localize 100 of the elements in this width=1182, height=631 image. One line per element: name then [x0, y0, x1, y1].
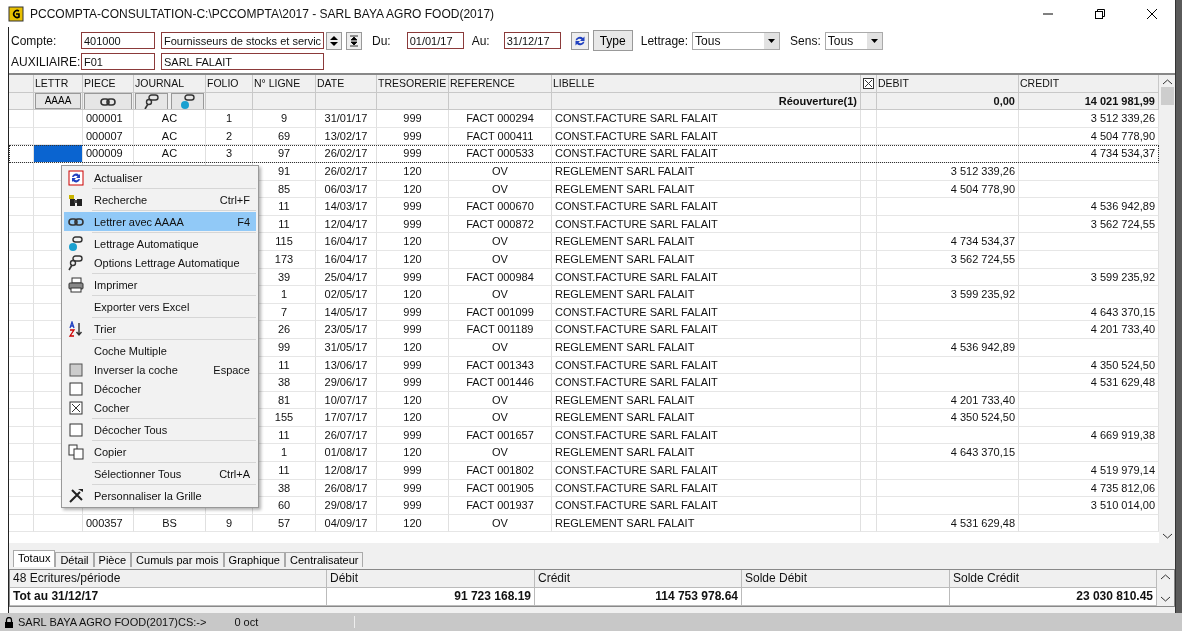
menu-item[interactable]: Coche Multiple: [64, 341, 256, 360]
reference-cell: FACT 001343: [449, 356, 552, 375]
balance-credit: 23 030 810.45: [950, 588, 1157, 606]
treasury-cell: 999: [377, 356, 449, 375]
reference-cell: FACT 000670: [449, 198, 552, 216]
label-cell: REGLEMENT SARL FALAIT: [552, 444, 861, 463]
reference-cell: FACT 001446: [449, 374, 552, 392]
menu-item[interactable]: Exporter vers Excel: [64, 297, 256, 316]
treasury-cell: 999: [377, 321, 449, 339]
tab[interactable]: Pièce: [93, 552, 132, 567]
reference-cell: OV: [449, 233, 552, 251]
checkbox-icon: [68, 421, 84, 438]
reference-cell: FACT 000533: [449, 145, 552, 163]
restore-icon[interactable]: [1095, 8, 1105, 19]
folio-cell: 2: [206, 127, 253, 146]
auxiliaire-field[interactable]: F01: [81, 53, 155, 70]
menu-item[interactable]: Décocher: [64, 379, 256, 398]
reference-cell: FACT 001189: [449, 321, 552, 339]
jump-button[interactable]: [346, 31, 362, 50]
scrollbar-thumb[interactable]: [1160, 87, 1174, 105]
column-header: CREDIT: [1019, 75, 1159, 93]
menu-item[interactable]: Recherche Ctrl+F: [64, 190, 256, 209]
menu-item[interactable]: Copier: [64, 442, 256, 461]
treasury-cell: 999: [377, 198, 449, 216]
column-header: DEBIT: [877, 75, 1019, 93]
compte-field[interactable]: 401000: [81, 32, 155, 49]
menu-item[interactable]: Inverser la coche Espace: [64, 360, 256, 379]
folio-cell: 3: [206, 145, 253, 163]
piece-cell: 000001: [83, 110, 134, 128]
folio-cell: 9: [206, 514, 253, 533]
date-cell: 10/07/17: [316, 391, 377, 410]
reference-cell: FACT 001802: [449, 462, 552, 480]
menu-item[interactable]: Cocher: [64, 398, 256, 417]
lettrage-cell[interactable]: [34, 145, 83, 163]
scroll-up-icon[interactable]: [1162, 79, 1172, 85]
compte-name-field[interactable]: Fournisseurs de stocks et servic: [161, 32, 324, 49]
reference-cell: OV: [449, 409, 552, 427]
column-header: LETTR: [34, 75, 83, 93]
total-credit: 114 753 978.64: [535, 588, 742, 606]
up-down-arrows-icon: [330, 34, 338, 47]
journal-cell: BS: [134, 514, 206, 533]
folio-cell: 1: [206, 110, 253, 128]
scroll-down-icon[interactable]: [1161, 596, 1170, 602]
debit-cell: 4 201 733,40: [877, 391, 1019, 410]
size-status: 0 oct: [234, 616, 356, 628]
tab[interactable]: Graphique: [223, 552, 285, 567]
au-label: Au:: [471, 33, 490, 48]
menu-item[interactable]: Sélectionner Tous Ctrl+A: [64, 464, 256, 483]
menu-item[interactable]: Lettrer avec AAAA F4: [64, 212, 256, 231]
menu-item[interactable]: Imprimer: [64, 275, 256, 294]
label-cell: REGLEMENT SARL FALAIT: [552, 514, 861, 533]
tab[interactable]: Détail: [55, 552, 94, 567]
label-cell: CONST.FACTURE SARL FALAIT: [552, 321, 861, 339]
date-cell: 01/08/17: [316, 444, 377, 463]
column-header: PIECE: [83, 75, 134, 93]
row-header[interactable]: [9, 127, 34, 146]
treasury-cell: 999: [377, 127, 449, 146]
tab[interactable]: Cumuls par mois: [131, 552, 224, 567]
menu-item[interactable]: Lettrage Automatique: [64, 234, 256, 253]
date-cell: 12/08/17: [316, 462, 377, 480]
date-cell: 26/02/17: [316, 145, 377, 163]
reference-cell: FACT 000984: [449, 268, 552, 287]
debit-cell: 4 350 524,50: [877, 409, 1019, 427]
treasury-cell: 120: [377, 162, 449, 181]
label-cell: CONST.FACTURE SARL FALAIT: [552, 497, 861, 515]
refresh-icon: [68, 169, 84, 186]
sens-dropdown[interactable]: Tous: [824, 31, 883, 50]
reference-cell: OV: [449, 391, 552, 410]
globe-link-icon: [179, 93, 196, 110]
spin-button[interactable]: [326, 31, 342, 50]
label-cell: REGLEMENT SARL FALAIT: [552, 180, 861, 199]
refresh-button[interactable]: [570, 31, 589, 50]
lettrage-cell[interactable]: [34, 110, 83, 128]
au-date-field[interactable]: 31/12/17: [503, 32, 561, 49]
row-header[interactable]: [9, 162, 34, 181]
date-cell: 14/03/17: [316, 198, 377, 216]
debit-cell: 4 734 534,37: [877, 233, 1019, 251]
du-date-field[interactable]: 01/01/17: [406, 32, 464, 49]
menu-item[interactable]: Trier: [64, 319, 256, 338]
type-button[interactable]: Type: [592, 30, 633, 51]
treasury-cell: 120: [377, 233, 449, 251]
tab[interactable]: Totaux: [13, 550, 56, 567]
scroll-down-icon[interactable]: [1162, 533, 1172, 539]
date-cell: 23/05/17: [316, 321, 377, 339]
label-cell: REGLEMENT SARL FALAIT: [552, 286, 861, 304]
menu-item[interactable]: Décocher Tous: [64, 420, 256, 439]
tab[interactable]: Centralisateur: [285, 552, 364, 567]
debit-cell: 4 643 370,15: [877, 444, 1019, 463]
window-title: PCCOMPTA-CONSULTATION-C:\PCCOMPTA\2017 - SARL BAYA AGRO FOOD(2017): [30, 6, 496, 21]
checked-box-icon[interactable]: [863, 78, 874, 89]
debit-cell: 3 599 235,92: [877, 286, 1019, 304]
menu-item[interactable]: Options Lettrage Automatique: [64, 253, 256, 272]
lettrage-cell[interactable]: [34, 514, 83, 533]
checkbox-icon: [68, 361, 84, 378]
menu-item[interactable]: Actualiser: [64, 168, 256, 187]
lettrage-dropdown[interactable]: Tous: [692, 31, 781, 50]
close-icon[interactable]: [1147, 8, 1157, 19]
scroll-up-icon[interactable]: [1161, 574, 1170, 580]
menu-item[interactable]: Personnaliser la Grille: [64, 486, 256, 505]
auxiliaire-name-field[interactable]: SARL FALAIT: [161, 53, 324, 70]
